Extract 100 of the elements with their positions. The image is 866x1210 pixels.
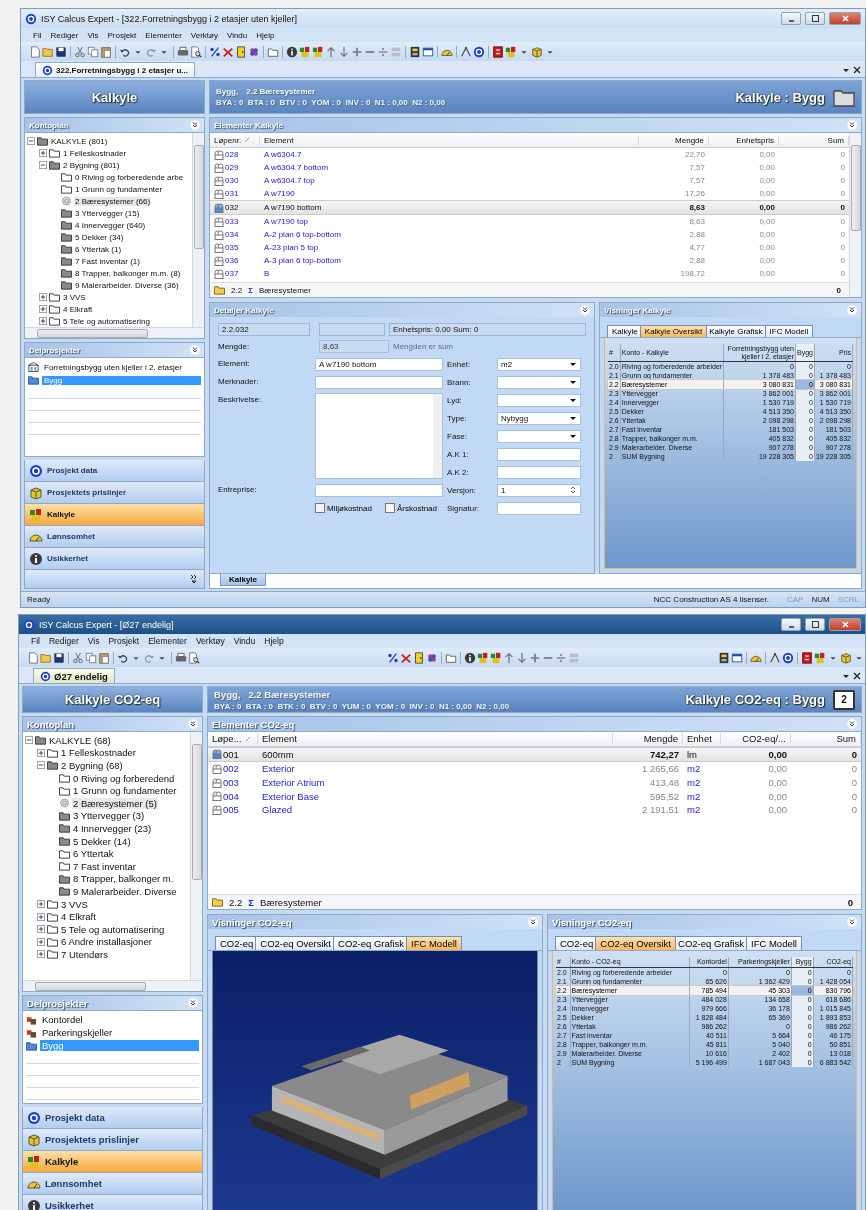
menu-item[interactable]: Vindu	[233, 636, 256, 646]
cube-icon[interactable]	[840, 651, 852, 664]
tree-item[interactable]: 3 Yttervegger (3)	[72, 810, 146, 822]
column-header[interactable]: Mengde	[639, 135, 709, 145]
nav-button[interactable]: Prosjekt data	[22, 1107, 203, 1129]
document-tab[interactable]: Ø27 endelig	[33, 668, 115, 683]
input-field[interactable]	[497, 465, 581, 479]
expand-icon[interactable]	[37, 912, 45, 921]
table-row[interactable]: 032 A w7190 bottom 8,63 0,00 0	[210, 200, 849, 215]
dropdown[interactable]: m2	[497, 357, 581, 371]
tab[interactable]: Kalkyle Oversikt	[639, 325, 708, 337]
tree-item[interactable]: 5 Dekker (14)	[72, 835, 132, 847]
column-header[interactable]: Element	[258, 733, 613, 745]
tab[interactable]: IFC Modell	[746, 936, 802, 950]
expand-icon[interactable]	[39, 149, 47, 157]
table-row[interactable]: 005 Glazed 2 191,51 m2 0,00 0	[208, 802, 861, 817]
collapse-icon[interactable]	[847, 719, 857, 729]
close-icon[interactable]	[853, 672, 861, 680]
close-button[interactable]	[829, 12, 861, 25]
nav-button[interactable]: Prosjektets prislinjer	[22, 1129, 203, 1151]
column-header[interactable]: Mengde	[613, 733, 683, 745]
figure-icon[interactable]	[505, 45, 517, 58]
plus-icon[interactable]	[529, 651, 541, 664]
info-icon[interactable]	[464, 651, 476, 664]
document-tab[interactable]: 322.Forretningsbygg i 2 etasjer u...	[35, 62, 196, 77]
tree-item[interactable]: 2 Bæresystemer (66)	[74, 196, 152, 206]
table-row[interactable]: 002 Exterior 1 265,66 m2 0,00 0	[208, 762, 861, 776]
table-row[interactable]: 033 A w7190 top 8,63 0,00 0	[210, 215, 849, 228]
menu-item[interactable]: Elementer	[145, 30, 182, 40]
divide-icon[interactable]	[555, 651, 567, 664]
tree-item[interactable]: 8 Trapper, balkonger m.	[72, 873, 175, 885]
tree-item[interactable]: 7 Fast inventar	[72, 860, 137, 872]
table-row[interactable]: 004 Exterior Base 595,52 m2 0,00 0	[208, 789, 861, 803]
menu-item[interactable]: Vis	[87, 636, 100, 646]
collapse-icon[interactable]	[190, 120, 200, 130]
paste-icon[interactable]	[100, 45, 112, 58]
tree-item[interactable]: 2 Bygning (68)	[60, 760, 124, 771]
tree-item[interactable]: 4 Elkraft	[62, 304, 94, 314]
tree-item[interactable]: 1 Grunn og fundamenter	[74, 184, 164, 194]
menu-item[interactable]: Rediger	[49, 636, 79, 646]
nav-button[interactable]: Kalkyle	[22, 1151, 203, 1173]
new-file-icon[interactable]	[27, 651, 39, 664]
tab[interactable]: Kalkyle Grafisk	[704, 325, 768, 337]
tab[interactable]: Kalkyle	[607, 325, 643, 337]
input-field[interactable]	[497, 501, 581, 515]
menu-item[interactable]: Verktøy	[190, 30, 218, 40]
dropdown-icon[interactable]	[842, 66, 850, 74]
save-icon[interactable]	[53, 651, 65, 664]
calculator-icon[interactable]	[409, 45, 421, 58]
column-header[interactable]: Løpe...	[208, 733, 258, 745]
input-field[interactable]	[315, 375, 443, 389]
tree-item[interactable]: 3 Yttervegger (15)	[74, 208, 141, 218]
menu-item[interactable]: Hjelp	[256, 30, 275, 40]
collapse-icon[interactable]	[847, 917, 857, 927]
tree-item[interactable]: 6 Yttertak (1)	[74, 244, 123, 254]
tree-item[interactable]: 9 Malerarbeider. Diverse	[72, 885, 178, 897]
nav-button[interactable]: Kalkyle	[24, 504, 205, 526]
collapse-icon[interactable]	[188, 998, 198, 1008]
circle-logo-icon[interactable]	[782, 651, 794, 664]
table-row[interactable]: 003 Exterior Atrium 413,48 m2 0,00 0	[208, 775, 861, 790]
tree-item[interactable]: 2 Bygning (801)	[62, 160, 121, 170]
scrollbar[interactable]	[190, 732, 202, 980]
print-icon[interactable]	[175, 651, 187, 664]
tree-item[interactable]: 6 Andre installasjoner	[60, 936, 153, 948]
cross-icon[interactable]	[400, 651, 412, 664]
list-item[interactable]: Forretningsbygg uten kjeller i 2. etasjer	[42, 362, 201, 372]
table-row[interactable]: 031 A w7190 17,26 0,00 0	[210, 187, 849, 200]
dropdown-icon[interactable]	[842, 672, 850, 680]
tree-item[interactable]: KALKYLE (801)	[50, 136, 109, 146]
minimize-button[interactable]	[781, 12, 801, 25]
print-icon[interactable]	[177, 45, 189, 58]
nav-button[interactable]: Lønnsomhet	[24, 526, 205, 548]
column-header[interactable]: Enhetspris	[709, 135, 779, 145]
print-preview-icon[interactable]	[190, 45, 202, 58]
tree-item[interactable]: 3 VVS	[62, 292, 87, 302]
close-icon[interactable]	[853, 66, 861, 74]
expand-icon[interactable]	[39, 293, 47, 301]
menu-item[interactable]: Vindu	[226, 30, 248, 40]
scrollbar[interactable]	[192, 133, 204, 327]
compass-icon[interactable]	[769, 651, 781, 664]
expand-icon[interactable]	[37, 748, 45, 757]
window-icon[interactable]	[422, 45, 434, 58]
list-item[interactable]: Parkeringskjeller	[40, 1027, 199, 1039]
tab[interactable]: IFC Modell	[764, 325, 814, 337]
copy-icon[interactable]	[87, 45, 99, 58]
collapse-icon[interactable]	[188, 719, 198, 729]
folder-icon[interactable]	[445, 651, 457, 664]
input-field[interactable]	[497, 447, 581, 461]
tree-item[interactable]: 4 Innervegger (640)	[74, 220, 147, 230]
menu-item[interactable]: Vis	[87, 30, 99, 40]
calculator-icon[interactable]	[718, 651, 730, 664]
tree-item[interactable]: 4 Innervegger (23)	[72, 822, 153, 834]
arrow-up-icon[interactable]	[325, 45, 337, 58]
expand-icon[interactable]	[39, 305, 47, 313]
expand-icon[interactable]	[37, 925, 45, 934]
menu-item[interactable]: Hjelp	[264, 636, 284, 646]
table-row[interactable]: 028 A w6304.7 22,70 0,00 0	[210, 148, 849, 161]
tree-item[interactable]: 4 Elkraft	[60, 911, 97, 923]
paste-icon[interactable]	[98, 651, 110, 664]
divide-icon[interactable]	[377, 45, 389, 58]
